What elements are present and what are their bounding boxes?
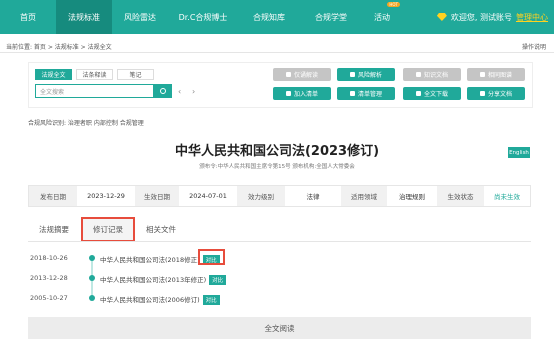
knowledge-doc-icon — [415, 72, 421, 77]
revision-date: 2018-10-26 — [30, 254, 68, 262]
nav-compliance-doctor-label: Dr.C合规博士 — [178, 12, 228, 22]
nav-compliance-doctor[interactable]: Dr.C合规博士 — [168, 0, 238, 34]
compare-highlight — [198, 249, 225, 265]
nav-risk-radar[interactable]: 风险雷达 — [112, 0, 168, 34]
share-icon — [479, 91, 485, 96]
download-button[interactable]: 全文下载 — [403, 87, 461, 100]
subtab-divider — [28, 241, 531, 242]
knowledge-doc-button[interactable]: 知识文档 — [403, 68, 461, 81]
revision-title[interactable]: 中华人民共和国公司法(2018修正) — [100, 256, 200, 264]
interpret-label: 仅诵解读 — [293, 72, 318, 79]
nav-regulations-label: 法规标准 — [68, 12, 100, 22]
nav-home[interactable]: 首页 — [0, 0, 56, 34]
top-nav: 首页 法规标准 风险雷达 Dr.C合规博士 合规知库 合规学堂 活动 HOT 欢迎… — [0, 0, 554, 34]
hot-badge: HOT — [387, 2, 400, 7]
revision-date: 2013-12-28 — [30, 274, 68, 282]
english-button[interactable]: English — [508, 147, 530, 158]
timeline-dot — [89, 255, 95, 261]
add-list-button[interactable]: 加入清单 — [273, 87, 331, 100]
timeline-dot — [89, 295, 95, 301]
interpret-button[interactable]: 仅诵解读 — [273, 68, 331, 81]
full-read-button[interactable]: 全文阅读 — [28, 317, 531, 339]
publish-date-label: 发布日期 — [29, 186, 77, 206]
download-icon — [415, 91, 421, 96]
nav-events[interactable]: 活动 HOT — [362, 0, 402, 34]
timeline-dot — [89, 275, 95, 281]
prev-arrow-icon[interactable]: ‹ — [178, 87, 181, 96]
publish-date-value: 2023-12-29 — [77, 186, 135, 206]
effective-date-label: 生效日期 — [135, 186, 179, 206]
tab-notes[interactable]: 笔记 — [117, 69, 154, 80]
tab-revision-history[interactable]: 修订记录 — [81, 217, 135, 242]
search-input[interactable]: 全文搜索 — [35, 84, 172, 98]
nav-knowledge-base-label: 合规知库 — [253, 12, 285, 22]
revision-title[interactable]: 中华人民共和国公司法(2006修订) — [100, 296, 200, 304]
interpret-icon — [285, 72, 291, 77]
page-title: 中华人民共和国公司法(2023修订) — [174, 144, 380, 159]
nav-regulations[interactable]: 法规标准 — [56, 0, 112, 34]
search-icon — [159, 88, 166, 94]
tab-related-files[interactable]: 相关文件 — [136, 217, 186, 242]
graph-button[interactable]: 相同图谱 — [467, 68, 525, 81]
search-button[interactable] — [153, 84, 172, 98]
list-manage-label: 清单管理 — [357, 91, 382, 98]
knowledge-doc-label: 知识文档 — [423, 72, 448, 79]
revision-title[interactable]: 中华人民共和国公司法(2013年修正) — [100, 276, 206, 284]
share-label: 分享文档 — [487, 91, 512, 98]
nav-knowledge-base[interactable]: 合规知库 — [238, 0, 300, 34]
next-arrow-icon[interactable]: › — [192, 87, 195, 96]
graph-icon — [479, 72, 485, 77]
status-label: 生效状态 — [437, 186, 484, 206]
tab-article-reading[interactable]: 法条释读 — [76, 69, 113, 80]
list-manage-button[interactable]: 清单管理 — [337, 87, 395, 100]
user-area: 欢迎您, 测试账号 管理中心 — [436, 0, 548, 34]
compare-button[interactable]: 对比 — [209, 275, 227, 285]
risk-tags: 合规风险识别: 治理者职 内部控制 合规管理 — [28, 120, 144, 127]
scope-label: 适用领域 — [341, 186, 387, 206]
info-bar: 发布日期 2023-12-29 生效日期 2024-07-01 效力级别 法律 … — [28, 185, 531, 207]
tool-panel: 法规全文 法条释读 笔记 全文搜索 ‹ › 仅诵解读 风险解析 知识文档 相同图… — [28, 62, 533, 108]
revision-item[interactable]: 中华人民共和国公司法(2006修订) 对比 — [100, 294, 220, 305]
list-manage-icon — [349, 91, 355, 96]
status-value: 尚未生效 — [484, 186, 530, 206]
revision-date: 2005-10-27 — [30, 294, 68, 302]
nav-academy[interactable]: 合规学堂 — [300, 0, 362, 34]
scope-value: 治理规则 — [387, 186, 437, 206]
issuance-meta: 颁布令:中华人民共和国主席令第15号 颁布机构:全国人大常委会 — [199, 164, 355, 170]
nav-academy-label: 合规学堂 — [315, 12, 347, 22]
effective-date-value: 2024-07-01 — [179, 186, 237, 206]
divider — [0, 52, 554, 53]
nav-home-label: 首页 — [20, 12, 36, 22]
add-list-icon — [285, 91, 291, 96]
add-list-label: 加入清单 — [293, 91, 318, 98]
diamond-icon — [436, 13, 447, 21]
nav-events-label: 活动 — [374, 12, 390, 22]
tab-full-text[interactable]: 法规全文 — [35, 69, 72, 80]
compare-button[interactable]: 对比 — [202, 295, 220, 305]
download-label: 全文下载 — [423, 91, 448, 98]
share-button[interactable]: 分享文档 — [467, 87, 525, 100]
risk-analysis-icon — [349, 72, 355, 77]
level-label: 效力级别 — [237, 186, 285, 206]
level-value: 法律 — [285, 186, 341, 206]
breadcrumb: 当前位置: 首页 > 法规标准 > 法规全文 — [6, 44, 112, 51]
tab-summary[interactable]: 法规摘要 — [28, 217, 80, 242]
admin-center-link[interactable]: 管理中心 — [516, 12, 548, 23]
welcome-text: 欢迎您, 测试账号 — [450, 12, 512, 22]
nav-risk-radar-label: 风险雷达 — [124, 12, 156, 22]
risk-analysis-button[interactable]: 风险解析 — [337, 68, 395, 81]
risk-analysis-label: 风险解析 — [357, 72, 382, 79]
revision-item[interactable]: 中华人民共和国公司法(2013年修正) 对比 — [100, 274, 227, 285]
help-link[interactable]: 操作说明 — [522, 42, 546, 51]
graph-label: 相同图谱 — [487, 72, 512, 79]
